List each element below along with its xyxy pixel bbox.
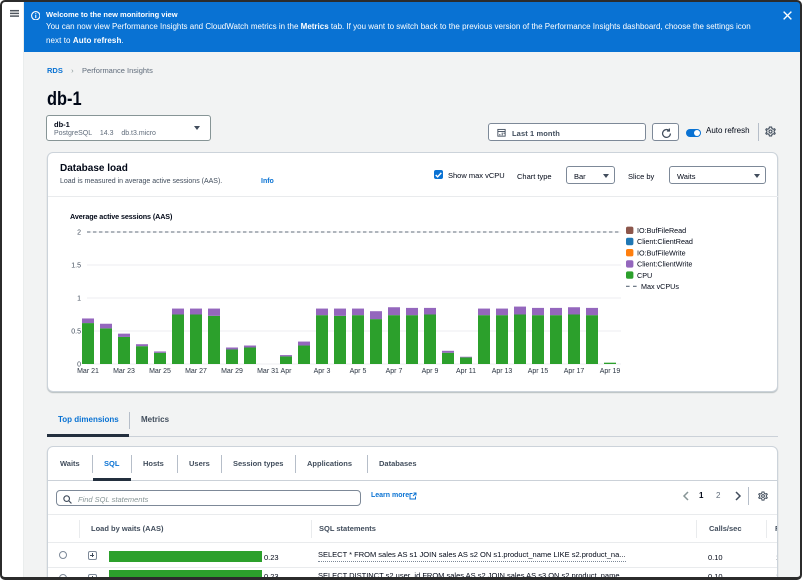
svg-text:IO:BufFileWrite: IO:BufFileWrite	[637, 248, 686, 257]
svg-text:Mar 27: Mar 27	[185, 368, 207, 375]
svg-text:Average active sessions (AAS): Average active sessions (AAS)	[70, 212, 173, 221]
svg-text:Mar 29: Mar 29	[221, 368, 243, 375]
svg-text:Mar 25: Mar 25	[149, 368, 171, 375]
svg-text:Client:ClientRead: Client:ClientRead	[637, 237, 693, 246]
svg-text:Apr 11: Apr 11	[456, 368, 476, 375]
svg-text:1: 1	[77, 296, 81, 303]
svg-text:Apr 19: Apr 19	[600, 368, 621, 375]
svg-text:IO:BufFileRead: IO:BufFileRead	[637, 226, 686, 235]
svg-text:Apr 7: Apr 7	[386, 368, 403, 375]
svg-text:Max vCPUs: Max vCPUs	[641, 282, 679, 291]
svg-text:CPU: CPU	[637, 271, 652, 280]
svg-text:Apr 17: Apr 17	[564, 368, 585, 375]
svg-text:Apr 15: Apr 15	[528, 368, 549, 375]
svg-text:1.5: 1.5	[71, 263, 81, 270]
svg-text:Mar 31: Mar 31	[257, 368, 279, 375]
svg-text:Apr 9: Apr 9	[422, 368, 439, 375]
svg-text:Apr 13: Apr 13	[492, 368, 513, 375]
svg-text:2: 2	[77, 230, 81, 237]
svg-text:0.5: 0.5	[71, 329, 81, 336]
svg-text:Mar 23: Mar 23	[113, 368, 135, 375]
svg-text:Mar 21: Mar 21	[77, 368, 99, 375]
svg-text:Apr: Apr	[281, 368, 293, 375]
svg-text:Client:ClientWrite: Client:ClientWrite	[637, 260, 692, 269]
svg-text:Apr 3: Apr 3	[314, 368, 331, 375]
svg-text:Apr 5: Apr 5	[350, 368, 367, 375]
